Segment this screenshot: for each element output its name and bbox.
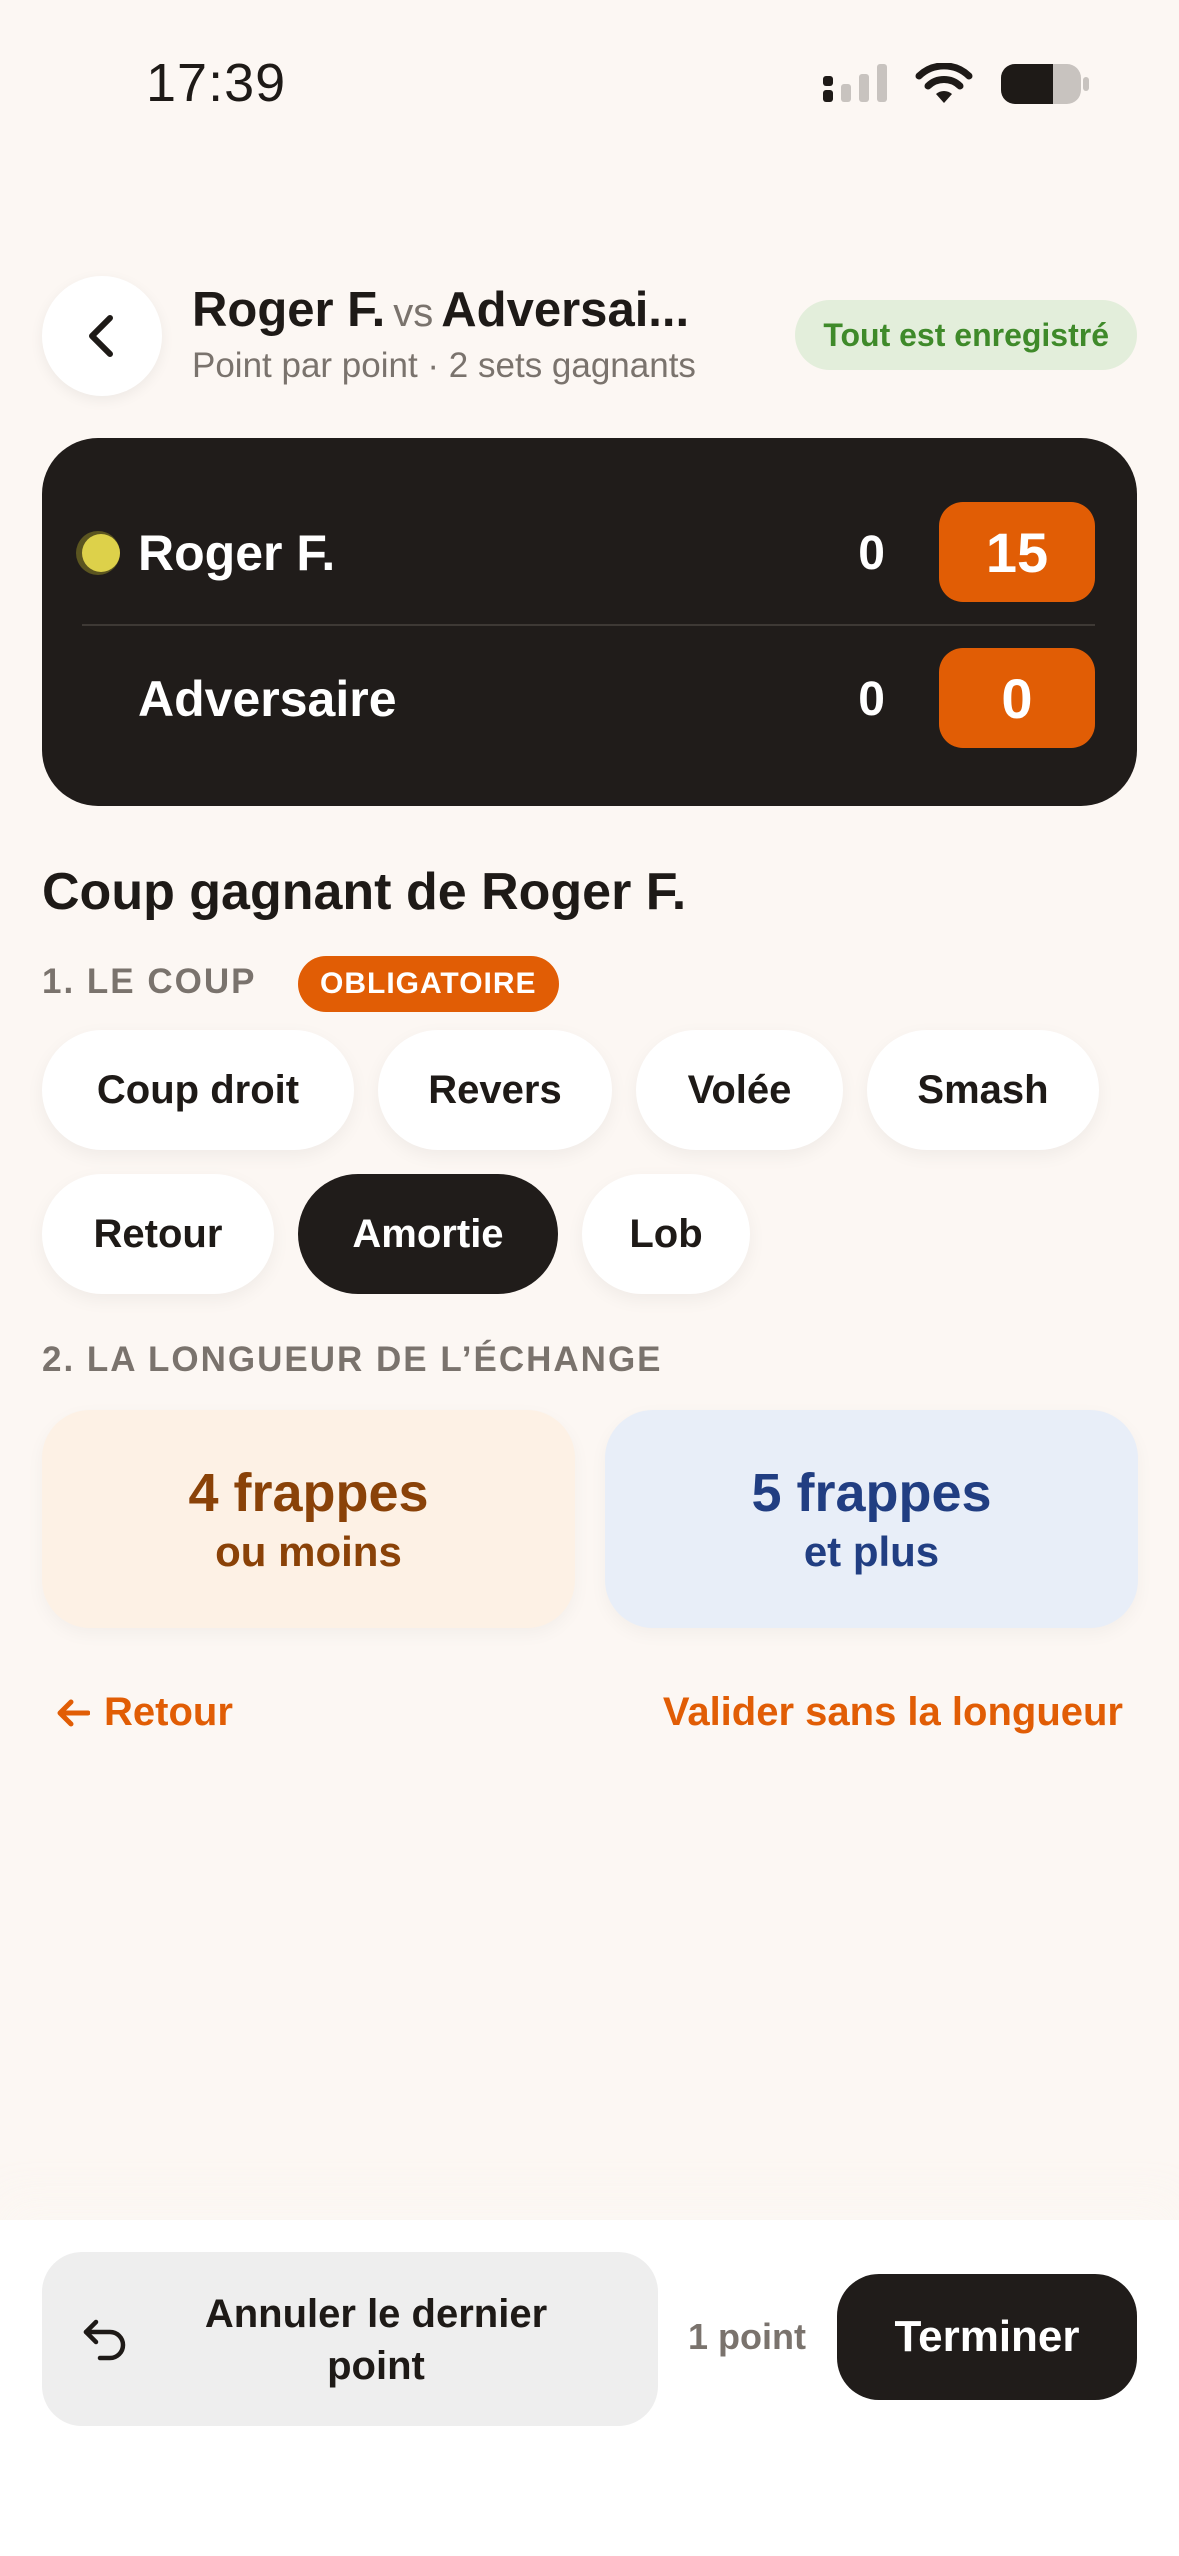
status-time: 17:39 xyxy=(146,53,287,113)
match-format: Point par point · 2 sets gagnants xyxy=(192,346,696,385)
screen: 17:39 Roger F. vs Adversai... Point par po… xyxy=(0,0,1179,2556)
back-link-label: Retour xyxy=(104,1690,233,1734)
section-title: Coup gagnant de Roger F. xyxy=(42,863,687,921)
games-score: 0 xyxy=(858,673,885,726)
shot-chip-coup-droit[interactable]: Coup droit xyxy=(42,1030,354,1150)
shot-chip-volee[interactable]: Volée xyxy=(636,1030,843,1150)
step1-label: 1. LE COUP xyxy=(42,962,257,1001)
rally-long-title: 5 frappes xyxy=(751,1463,992,1523)
rally-long-card[interactable]: 5 frappes et plus xyxy=(605,1410,1138,1628)
player-name: Roger F. xyxy=(138,525,336,581)
points-score: 15 xyxy=(939,502,1095,602)
shot-chip-amortie-selected[interactable]: Amortie xyxy=(298,1174,558,1294)
score-row-player1: Roger F. 0 15 xyxy=(42,502,1137,602)
match-title: Roger F. vs Adversai... xyxy=(192,282,689,338)
rally-short-subtitle: ou moins xyxy=(215,1528,402,1575)
player-name: Adversaire xyxy=(138,671,397,727)
vs-label: vs xyxy=(393,291,434,335)
cellular-signal-icon xyxy=(823,64,887,102)
point-count: 1 point xyxy=(688,2316,806,2357)
rally-short-card[interactable]: 4 frappes ou moins xyxy=(42,1410,575,1628)
player1-title: Roger F. xyxy=(192,283,386,337)
required-badge: OBLIGATOIRE xyxy=(298,956,559,1012)
player2-title: Adversai... xyxy=(441,283,690,337)
shot-chip-smash[interactable]: Smash xyxy=(867,1030,1099,1150)
bottom-action-bar: Annuler le dernier point 1 point Termine… xyxy=(0,2220,1179,2556)
wifi-icon xyxy=(915,63,973,103)
games-score: 0 xyxy=(858,527,885,580)
finish-button[interactable]: Terminer xyxy=(837,2274,1137,2400)
back-link[interactable]: Retour xyxy=(56,1690,233,1735)
step2-label: 2. LA LONGUEUR DE L’ÉCHANGE xyxy=(42,1340,663,1379)
points-score: 0 xyxy=(939,648,1095,748)
shot-chip-retour[interactable]: Retour xyxy=(42,1174,274,1294)
rally-long-subtitle: et plus xyxy=(803,1528,940,1575)
chevron-left-icon xyxy=(89,315,113,357)
undo-label: Annuler le dernier point xyxy=(204,2292,548,2388)
scoreboard: Roger F. 0 15 Adversaire 0 0 xyxy=(42,438,1137,806)
saved-status-badge: Tout est enregistré xyxy=(795,300,1137,370)
shot-chip-lob[interactable]: Lob xyxy=(582,1174,750,1294)
tennis-ball-icon xyxy=(82,534,120,572)
undo-icon xyxy=(83,2319,126,2361)
status-icons xyxy=(823,62,1091,106)
arrow-left-icon xyxy=(57,1699,90,1726)
rally-short-title: 4 frappes xyxy=(188,1463,429,1523)
undo-last-point-button[interactable]: Annuler le dernier point xyxy=(42,2252,658,2426)
skip-length-link[interactable]: Valider sans la longueur xyxy=(663,1690,1123,1735)
score-row-player2: Adversaire 0 0 xyxy=(42,648,1137,748)
battery-icon xyxy=(1001,64,1089,104)
shot-chip-revers[interactable]: Revers xyxy=(378,1030,612,1150)
divider xyxy=(82,624,1095,626)
back-button[interactable] xyxy=(42,276,162,396)
